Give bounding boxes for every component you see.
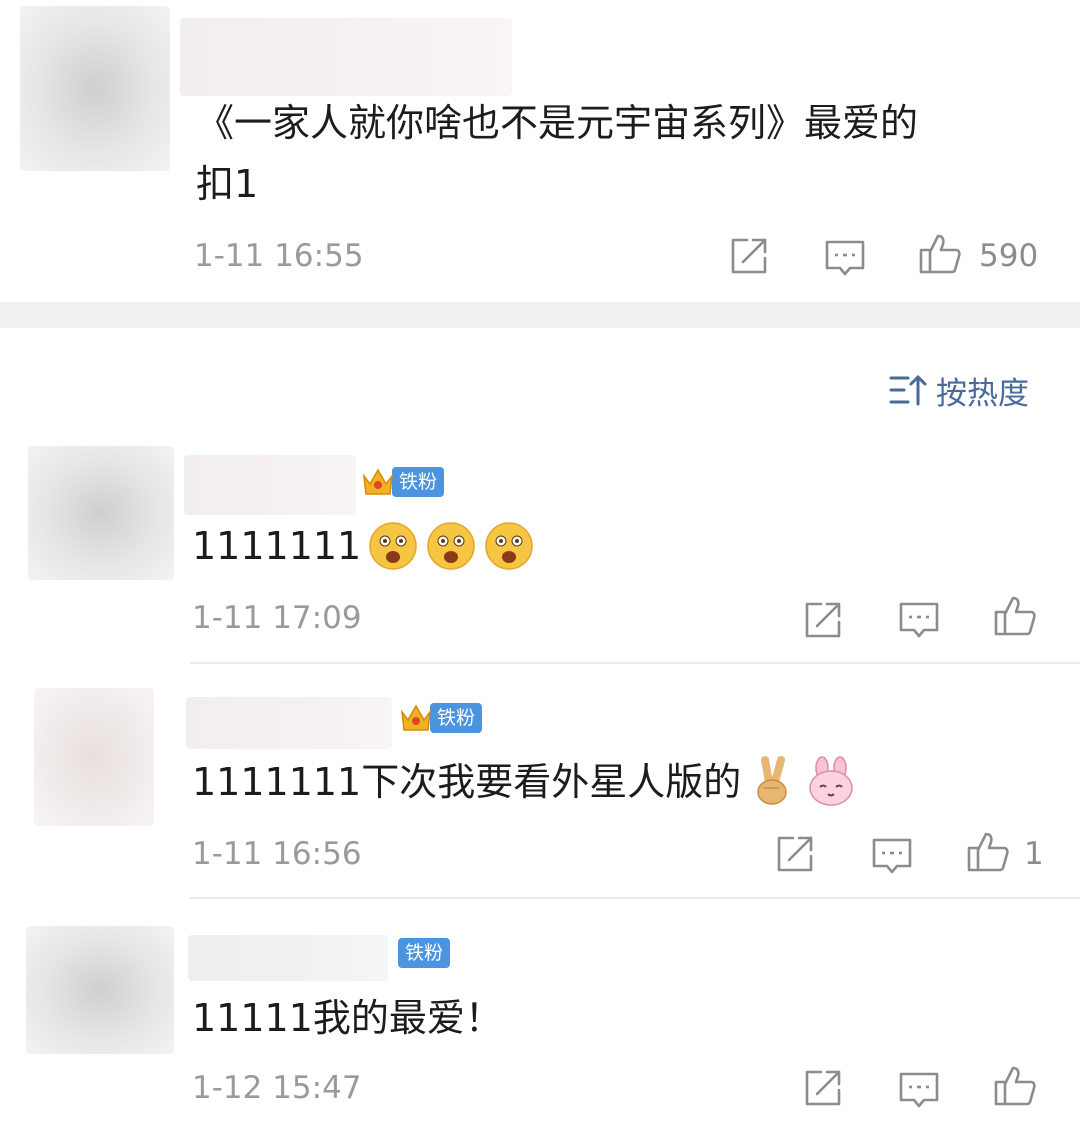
share-icon[interactable]: [727, 234, 771, 278]
thumbs-up-icon[interactable]: [966, 830, 1010, 874]
share-icon[interactable]: [801, 1066, 845, 1110]
comment-text: 《一家人就你啥也不是元宇宙系列》最爱的: [196, 101, 919, 145]
reply-timestamp: 1-12 15:47: [192, 1070, 362, 1106]
comment-icon[interactable]: [870, 834, 914, 878]
comment-icon[interactable]: [823, 236, 867, 280]
reply-text: 1111111: [192, 515, 535, 577]
avatar[interactable]: [28, 446, 174, 580]
sort-icon: [889, 375, 927, 406]
divider: [190, 897, 1080, 899]
avatar[interactable]: [34, 688, 154, 826]
fan-badge: 铁粉: [398, 938, 451, 968]
comment-icon[interactable]: [897, 598, 941, 642]
fan-badge: 铁粉: [360, 467, 445, 497]
sort-label: 按热度: [936, 375, 1029, 412]
drooling-face-emoji: [427, 521, 475, 570]
crown-icon: [400, 704, 432, 731]
sort-by-hot-button[interactable]: 按热度: [888, 368, 1029, 412]
username[interactable]: [180, 18, 512, 96]
share-icon[interactable]: [801, 598, 845, 642]
username[interactable]: [186, 697, 392, 749]
victory-hand-emoji: [757, 755, 787, 805]
comment-timestamp: 1-11 16:55: [194, 238, 364, 274]
comment-text: 扣1: [196, 162, 259, 206]
reply-timestamp: 1-11 17:09: [192, 600, 362, 636]
reply-text: 1111111下次我要看外星人版的: [192, 751, 857, 813]
username[interactable]: [188, 935, 388, 981]
divider: [190, 662, 1080, 664]
reply-timestamp: 1-11 16:56: [192, 836, 362, 872]
username[interactable]: [184, 455, 356, 515]
thumbs-up-icon[interactable]: [993, 1064, 1037, 1108]
pink-bunny-emoji: [809, 755, 853, 806]
drooling-face-emoji: [369, 521, 417, 570]
avatar[interactable]: [20, 6, 170, 171]
share-icon[interactable]: [773, 832, 817, 876]
fan-badge: 铁粉: [398, 703, 483, 733]
thumbs-up-icon[interactable]: [918, 232, 962, 276]
like-count: 590: [979, 238, 1039, 274]
drooling-face-emoji: [485, 521, 533, 570]
comment-icon[interactable]: [897, 1068, 941, 1112]
thumbs-up-icon[interactable]: [993, 594, 1037, 638]
like-count: 1: [1024, 836, 1044, 872]
reply-text: 11111我的最爱！: [192, 996, 503, 1040]
avatar[interactable]: [26, 926, 174, 1054]
section-separator: [0, 302, 1080, 328]
crown-icon: [362, 468, 394, 495]
